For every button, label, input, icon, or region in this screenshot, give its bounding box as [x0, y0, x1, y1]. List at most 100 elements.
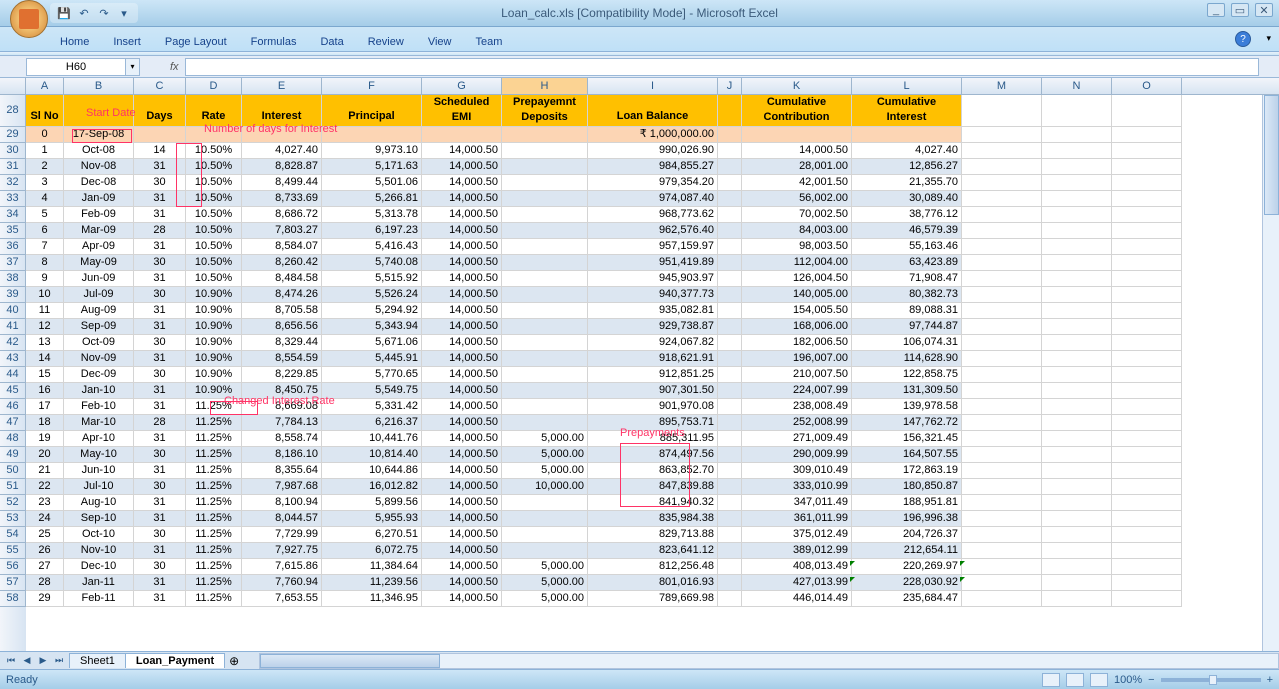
cell[interactable]: 885,311.95: [588, 431, 718, 447]
cell[interactable]: 98,003.50: [742, 239, 852, 255]
cell[interactable]: 31: [134, 383, 186, 399]
cell[interactable]: [502, 335, 588, 351]
cell[interactable]: 235,684.47: [852, 591, 962, 607]
cell[interactable]: 196,996.38: [852, 511, 962, 527]
cell[interactable]: 8: [26, 255, 64, 271]
cell[interactable]: [718, 383, 742, 399]
cell[interactable]: [1112, 575, 1182, 591]
cell[interactable]: 924,067.82: [588, 335, 718, 351]
cell[interactable]: [962, 239, 1042, 255]
cell[interactable]: 375,012.49: [742, 527, 852, 543]
column-header-H[interactable]: H: [502, 78, 588, 94]
cell[interactable]: 5,955.93: [322, 511, 422, 527]
cell[interactable]: [1042, 271, 1112, 287]
cell[interactable]: [322, 127, 422, 143]
cell[interactable]: 11.25%: [186, 575, 242, 591]
cell[interactable]: [1112, 367, 1182, 383]
cell[interactable]: 951,419.89: [588, 255, 718, 271]
cell[interactable]: 5,515.92: [322, 271, 422, 287]
cell[interactable]: 31: [134, 271, 186, 287]
cell[interactable]: 30: [134, 255, 186, 271]
column-header-cell[interactable]: ScheduledEMI: [422, 95, 502, 127]
cell[interactable]: 28,001.00: [742, 159, 852, 175]
row-header[interactable]: 39: [0, 287, 26, 303]
cell[interactable]: [1112, 143, 1182, 159]
cell[interactable]: 5,770.65: [322, 367, 422, 383]
close-button[interactable]: ✕: [1255, 3, 1273, 17]
row-header[interactable]: 45: [0, 383, 26, 399]
cell[interactable]: 14,000.50: [422, 527, 502, 543]
cell[interactable]: 31: [134, 591, 186, 607]
cell[interactable]: [962, 207, 1042, 223]
cell[interactable]: 14,000.50: [422, 367, 502, 383]
row-header[interactable]: 35: [0, 223, 26, 239]
cell[interactable]: 14,000.50: [742, 143, 852, 159]
row-header[interactable]: 40: [0, 303, 26, 319]
cell[interactable]: 14,000.50: [422, 383, 502, 399]
row-header[interactable]: 54: [0, 527, 26, 543]
cell[interactable]: 252,008.99: [742, 415, 852, 431]
column-header-M[interactable]: M: [962, 78, 1042, 94]
cell[interactable]: 901,970.08: [588, 399, 718, 415]
row-header[interactable]: 37: [0, 255, 26, 271]
cell[interactable]: [718, 415, 742, 431]
cell[interactable]: [962, 511, 1042, 527]
cell[interactable]: 863,852.70: [588, 463, 718, 479]
cell[interactable]: [502, 527, 588, 543]
cell[interactable]: 5,294.92: [322, 303, 422, 319]
cell[interactable]: Mar-10: [64, 415, 134, 431]
cell[interactable]: 984,855.27: [588, 159, 718, 175]
cell[interactable]: [962, 303, 1042, 319]
cell[interactable]: 5,000.00: [502, 591, 588, 607]
cell[interactable]: 8,355.64: [242, 463, 322, 479]
cell[interactable]: [962, 463, 1042, 479]
cell[interactable]: 8,329.44: [242, 335, 322, 351]
formula-input[interactable]: [185, 58, 1259, 76]
cell[interactable]: 106,074.31: [852, 335, 962, 351]
cell[interactable]: [502, 543, 588, 559]
cell[interactable]: 5,671.06: [322, 335, 422, 351]
cell[interactable]: 11.25%: [186, 415, 242, 431]
cell[interactable]: 10.50%: [186, 255, 242, 271]
cell[interactable]: [962, 351, 1042, 367]
cell[interactable]: [718, 127, 742, 143]
cell[interactable]: Rate: [186, 95, 242, 127]
cell[interactable]: [718, 527, 742, 543]
row-header[interactable]: 55: [0, 543, 26, 559]
cell[interactable]: 5,331.42: [322, 399, 422, 415]
cell[interactable]: 28: [134, 223, 186, 239]
cell[interactable]: May-10: [64, 447, 134, 463]
cell[interactable]: 974,087.40: [588, 191, 718, 207]
cell[interactable]: 1: [26, 143, 64, 159]
cell[interactable]: [962, 175, 1042, 191]
cell[interactable]: 7,729.99: [242, 527, 322, 543]
cell[interactable]: 823,641.12: [588, 543, 718, 559]
help-icon[interactable]: ?: [1235, 31, 1251, 47]
cell[interactable]: [502, 223, 588, 239]
cell[interactable]: 28: [26, 575, 64, 591]
cell[interactable]: 841,940.32: [588, 495, 718, 511]
cell[interactable]: 935,082.81: [588, 303, 718, 319]
cell[interactable]: 290,009.99: [742, 447, 852, 463]
cell[interactable]: [502, 255, 588, 271]
cell[interactable]: [1112, 319, 1182, 335]
cell[interactable]: Feb-09: [64, 207, 134, 223]
cell[interactable]: 84,003.00: [742, 223, 852, 239]
cell[interactable]: [962, 127, 1042, 143]
new-sheet-icon[interactable]: ⊕: [229, 654, 239, 668]
cell[interactable]: 10,441.76: [322, 431, 422, 447]
cell[interactable]: 11.25%: [186, 495, 242, 511]
cell[interactable]: 5,313.78: [322, 207, 422, 223]
cell[interactable]: 5: [26, 207, 64, 223]
cell[interactable]: 30: [134, 335, 186, 351]
cell[interactable]: 7,803.27: [242, 223, 322, 239]
cell[interactable]: 70,002.50: [742, 207, 852, 223]
row-header[interactable]: 56: [0, 559, 26, 575]
cell[interactable]: 31: [134, 543, 186, 559]
column-header-A[interactable]: A: [26, 78, 64, 94]
cell[interactable]: [962, 431, 1042, 447]
cell[interactable]: 0: [26, 127, 64, 143]
cell[interactable]: [1042, 415, 1112, 431]
cell[interactable]: [718, 191, 742, 207]
cell[interactable]: [718, 287, 742, 303]
